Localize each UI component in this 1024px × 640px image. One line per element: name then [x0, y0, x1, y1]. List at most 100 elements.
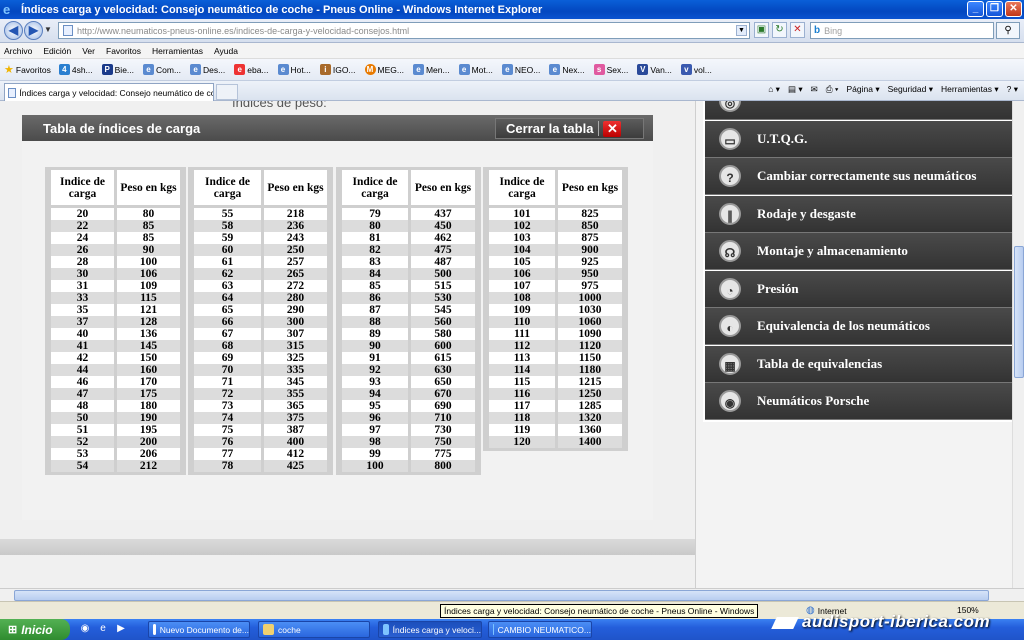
stop-icon[interactable]: ✕ — [790, 22, 805, 38]
table-row: 79 437 — [342, 208, 475, 220]
task-button[interactable]: CAMBIO NEUMATICO... — [488, 621, 592, 638]
close-x-icon[interactable]: ✕ — [603, 120, 622, 137]
sidebar-item-montaje[interactable]: ☊ Montaje y almacenamiento — [705, 233, 1012, 270]
print-icon[interactable]: ⎙ ▾ — [826, 84, 839, 95]
help-icon[interactable]: ? ▾ — [1007, 84, 1018, 95]
sidebar-item-partial[interactable]: ◎ — [705, 101, 1012, 120]
close-icon[interactable]: ✕ — [1005, 1, 1022, 17]
task-button[interactable]: coche — [258, 621, 370, 638]
load-index-cell: 52 — [51, 436, 114, 448]
menu-pagina[interactable]: Página ▾ — [846, 84, 879, 95]
table-row: 70 335 — [194, 364, 327, 376]
url-dropdown-icon[interactable]: ▼ — [736, 25, 747, 36]
restore-icon[interactable]: ❐ — [986, 1, 1003, 17]
ie-quicklaunch-icon[interactable]: e — [96, 622, 110, 636]
sidebar-item-rodaje[interactable]: ∥ Rodaje y desgaste — [705, 196, 1012, 233]
sidebar-item-tabla[interactable]: ▦ Tabla de equivalencias — [705, 346, 1012, 383]
fav-item[interactable]: 4 4sh... — [58, 64, 93, 75]
sidebar-item-equivalencia[interactable]: ◐ Equivalencia de los neumáticos — [705, 308, 1012, 345]
link-icon: e — [458, 64, 470, 75]
sidebar-item-label: U.T.Q.G. — [757, 131, 808, 146]
sidebar-item-label: Neumáticos Porsche — [757, 393, 870, 408]
menu-seguridad[interactable]: Seguridad ▾ — [888, 84, 933, 95]
header-weight: Peso en kgs — [264, 170, 327, 208]
menu-ver[interactable]: Ver — [82, 46, 95, 56]
weight-cell: 600 — [411, 340, 475, 352]
fav-item[interactable]: i IGO... — [319, 64, 356, 75]
fav-item[interactable]: V Van... — [637, 64, 672, 75]
fav-item[interactable]: e NEO... — [501, 64, 540, 75]
modal-body: Indice de carga Peso en kgs 20 80 22 85 24 85 26… — [22, 141, 653, 520]
load-index-cell: 79 — [342, 208, 408, 220]
horizontal-scrollbar[interactable] — [0, 588, 1024, 601]
refresh-icon[interactable]: ↻ — [772, 22, 787, 38]
favorites-button[interactable]: ★ Favoritos — [4, 63, 51, 76]
menu-archivo[interactable]: Archivo — [4, 46, 32, 56]
table-row: 92 630 — [342, 364, 475, 376]
minimize-icon[interactable]: _ — [967, 1, 984, 17]
fav-item[interactable]: e Hot... — [277, 64, 311, 75]
favorites-bar: ★ Favoritos 4 4sh... P Bie... e Com... e Des… — [0, 59, 1024, 81]
table-row: 65 290 — [194, 304, 327, 316]
menu-favoritos[interactable]: Favoritos — [106, 46, 141, 56]
load-index-cell: 100 — [342, 460, 408, 472]
weight-cell: 265 — [264, 268, 327, 280]
menu-ayuda[interactable]: Ayuda — [214, 46, 238, 56]
forward-button[interactable]: ▶ — [24, 21, 43, 40]
load-index-cell: 28 — [51, 256, 114, 268]
sidebar-item-label: Equivalencia de los neumáticos — [757, 318, 930, 333]
load-index-cell: 86 — [342, 292, 408, 304]
task-button-active[interactable]: Índices carga y veloci... — [378, 621, 482, 638]
address-field[interactable]: http://www.neumaticos-pneus-online.es/in… — [58, 22, 750, 39]
new-tab-button[interactable] — [216, 84, 238, 100]
quicklaunch-icon[interactable]: ◉ — [78, 622, 92, 636]
home-icon[interactable]: ⌂ ▾ — [768, 84, 780, 95]
load-index-cell: 20 — [51, 208, 114, 220]
weight-cell: 690 — [411, 400, 475, 412]
modal-header: Tabla de índices de carga Cerrar la tabl… — [22, 115, 653, 141]
sidebar-item-utqg[interactable]: ▭ U.T.Q.G. — [705, 121, 1012, 158]
fav-item[interactable]: P Bie... — [101, 64, 134, 75]
fav-item[interactable]: M MEG... — [364, 64, 404, 75]
load-table-grid: Indice de carga Peso en kgs 20 80 22 85 24 85 26… — [48, 170, 183, 472]
weight-cell: 1060 — [558, 316, 622, 328]
link-icon: e — [549, 64, 561, 75]
menu-herramientas[interactable]: Herramientas — [152, 46, 203, 56]
load-table-1: Indice de carga Peso en kgs 20 80 22 85 24 85 26… — [45, 167, 186, 475]
task-button[interactable]: Nuevo Documento de... — [148, 621, 250, 638]
close-table-button[interactable]: Cerrar la tabla ✕ — [495, 118, 644, 139]
feeds-icon[interactable]: ▤ ▾ — [788, 84, 803, 95]
horizontal-scroll-thumb[interactable] — [14, 590, 989, 601]
fav-item[interactable]: e Mot... — [458, 64, 493, 75]
load-index-cell: 73 — [194, 400, 261, 412]
fav-item[interactable]: e Men... — [412, 64, 450, 75]
history-dropdown-icon[interactable]: ▼ — [44, 25, 52, 34]
load-index-cell: 83 — [342, 256, 408, 268]
search-input[interactable]: b Bing — [810, 22, 994, 39]
weight-cell: 190 — [117, 412, 180, 424]
load-index-cell: 81 — [342, 232, 408, 244]
media-quicklaunch-icon[interactable]: ▶ — [114, 622, 128, 636]
start-button[interactable]: ⊞ Inicio — [0, 619, 70, 640]
mail-icon[interactable]: ✉ — [811, 84, 818, 95]
sidebar-item-presion[interactable]: ◔ Presión — [705, 271, 1012, 308]
section-heading: índices de peso: — [232, 101, 327, 110]
table-row: 101 825 — [489, 208, 622, 220]
link-icon: v — [680, 64, 692, 75]
vertical-scrollbar[interactable] — [1012, 101, 1024, 588]
tab-active[interactable]: Índices carga y velocidad: Consejo neumá… — [4, 83, 214, 101]
fav-item[interactable]: e Com... — [143, 64, 181, 75]
back-button[interactable]: ◀ — [4, 21, 23, 40]
sidebar-item-porsche[interactable]: ◉ Neumáticos Porsche — [705, 383, 1012, 420]
fav-item[interactable]: e eba... — [234, 64, 269, 75]
sidebar-item-cambiar[interactable]: ? Cambiar correctamente sus neumáticos — [705, 158, 1012, 195]
fav-item[interactable]: e Nex... — [549, 64, 585, 75]
fav-item[interactable]: v vol... — [680, 64, 712, 75]
menu-herramientas-cmd[interactable]: Herramientas ▾ — [941, 84, 999, 95]
fav-item[interactable]: e Des... — [190, 64, 225, 75]
fav-item[interactable]: s Sex... — [593, 64, 628, 75]
vertical-scroll-thumb[interactable] — [1014, 246, 1024, 378]
compatibility-icon[interactable]: ▣ — [754, 22, 769, 38]
menu-edicion[interactable]: Edición — [43, 46, 71, 56]
search-icon[interactable]: ⚲ — [996, 22, 1020, 39]
